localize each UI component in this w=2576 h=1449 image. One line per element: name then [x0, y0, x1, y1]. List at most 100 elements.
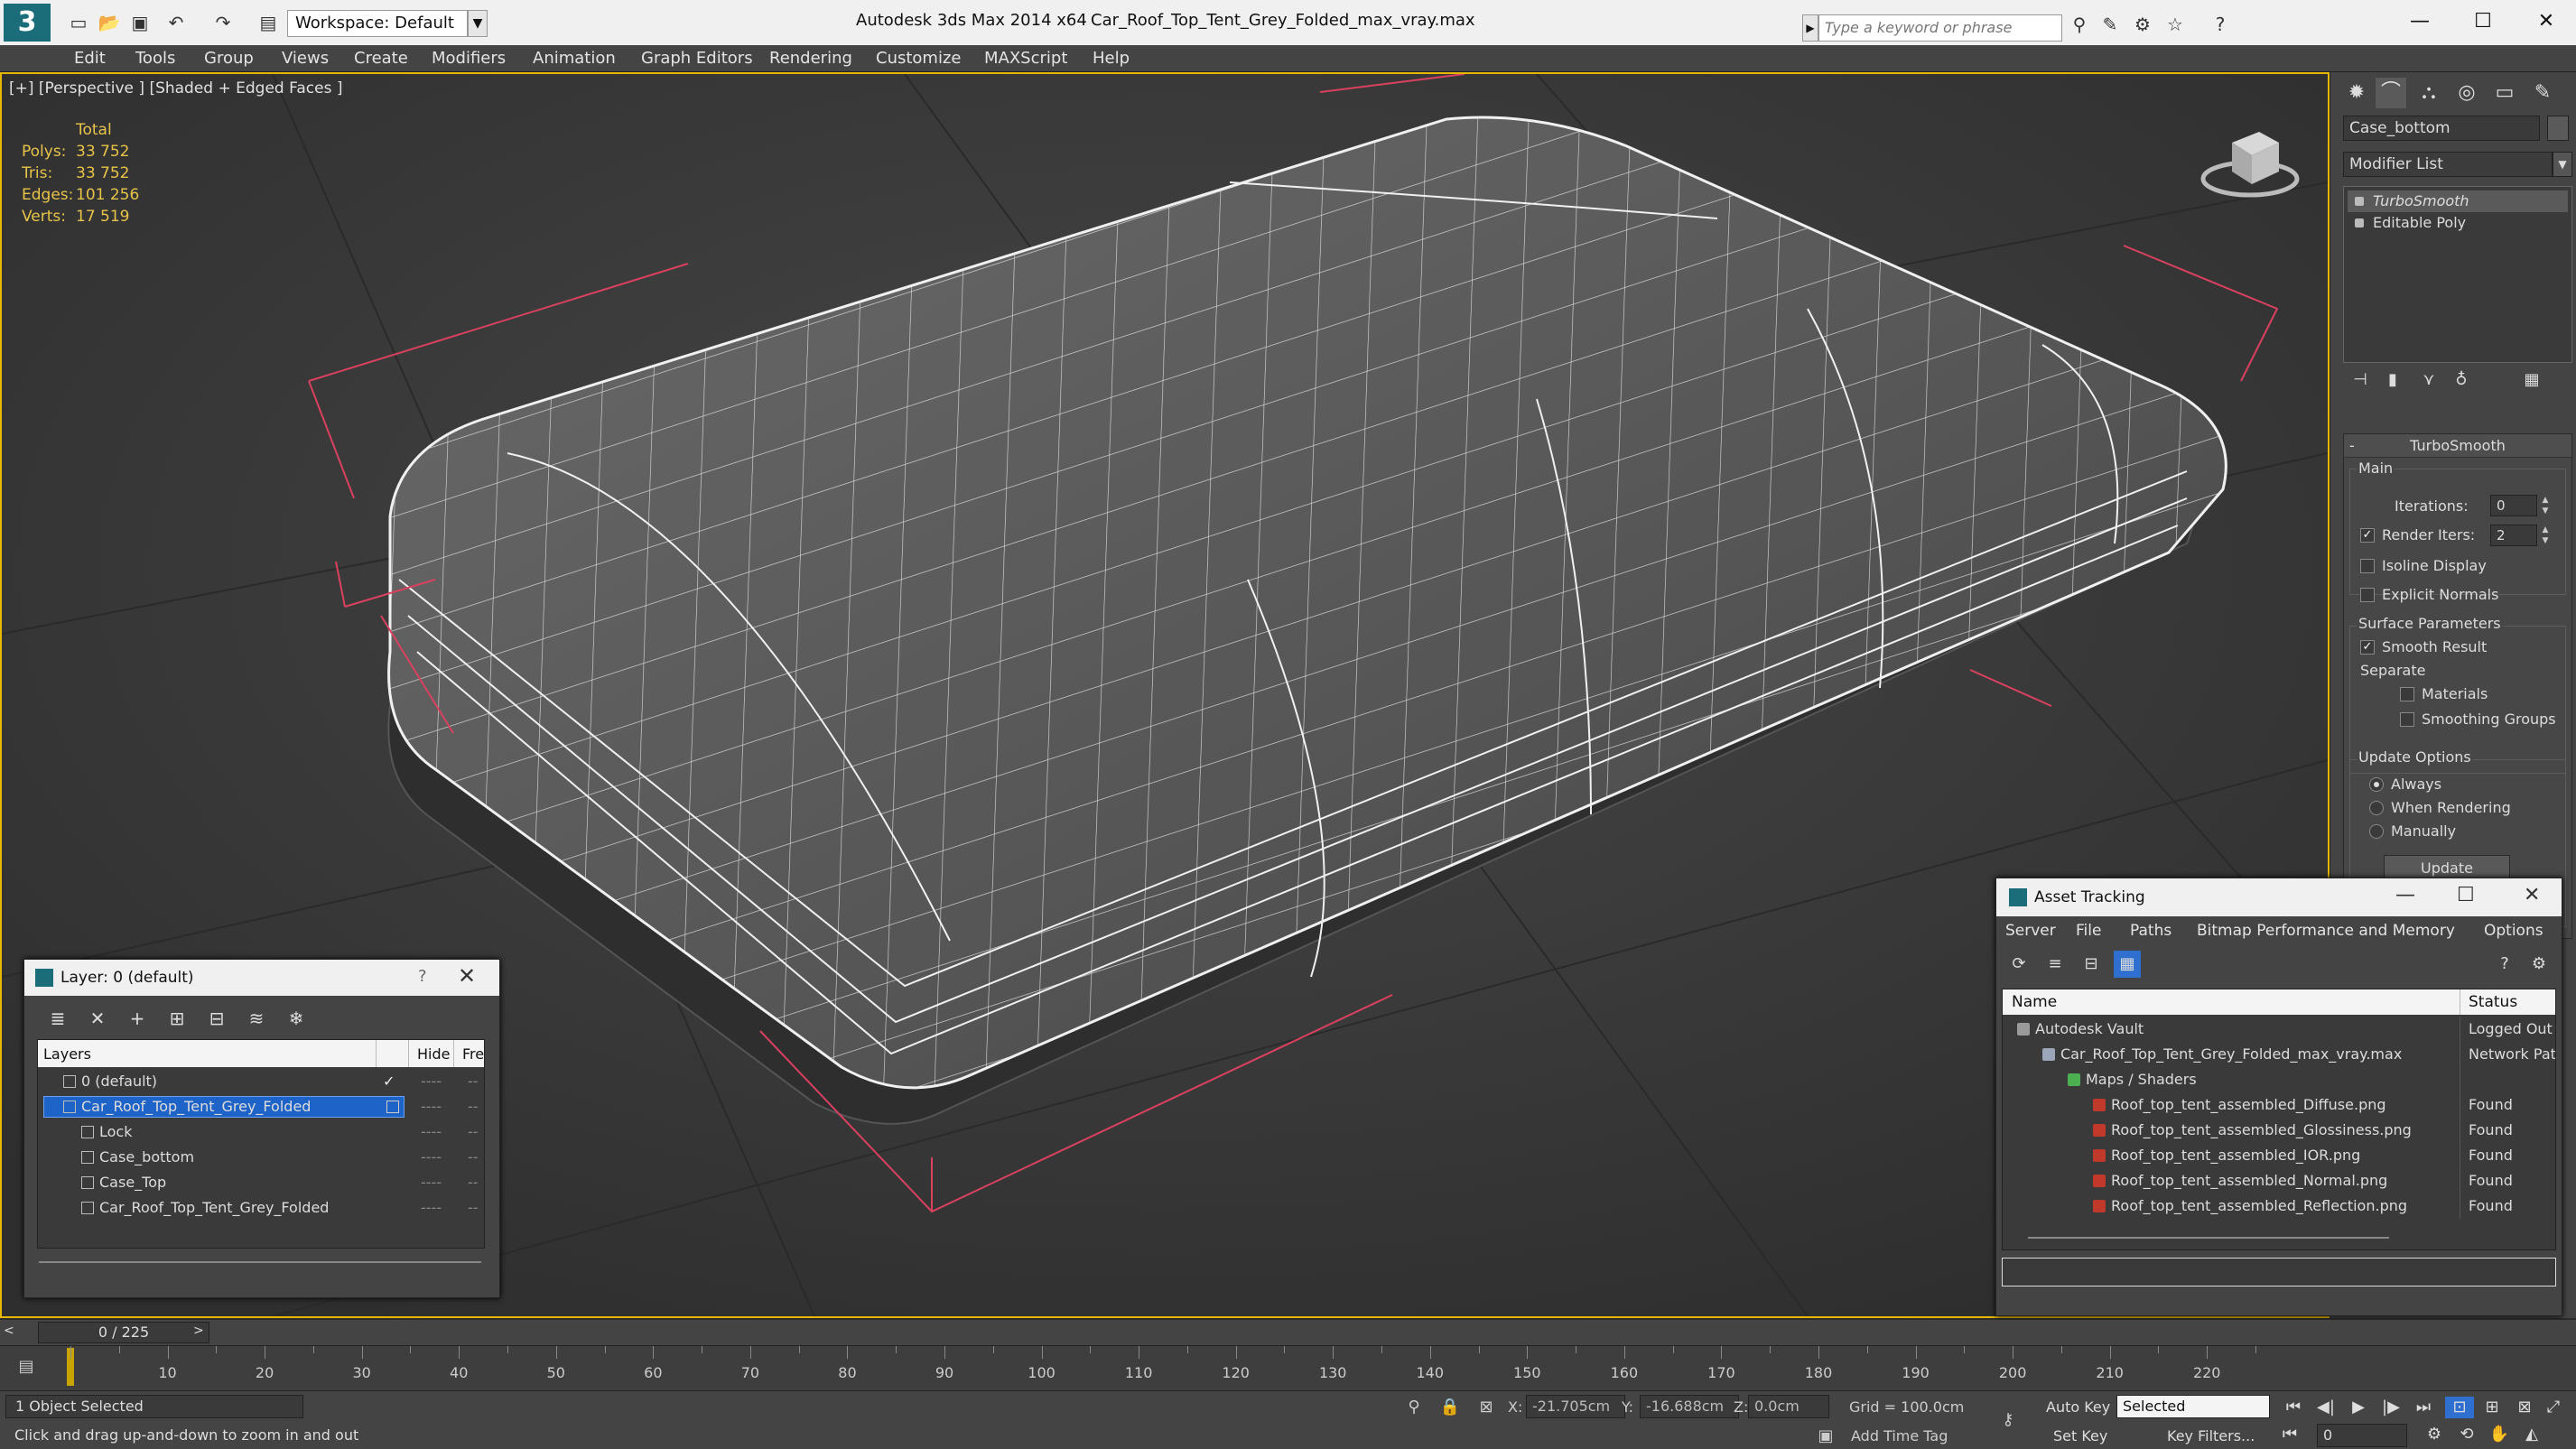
help-icon[interactable]: ? [2209, 13, 2232, 36]
freeze-toggle[interactable]: -- [468, 1145, 479, 1170]
time-slider-next[interactable]: > [193, 1324, 204, 1338]
subscription-icon[interactable]: ✎ [2098, 13, 2122, 36]
object-name-field[interactable]: Case_bottom [2343, 116, 2540, 141]
hide-toggle[interactable]: ---- [421, 1069, 442, 1094]
freeze-toggle[interactable]: -- [468, 1170, 479, 1195]
hide-toggle[interactable]: ---- [421, 1094, 442, 1119]
add-to-layer-icon[interactable]: + [122, 1005, 153, 1032]
select-layer-icon[interactable]: ⊟ [201, 1005, 232, 1032]
zoom-extents-icon[interactable]: ⊞ [2478, 1397, 2506, 1418]
tree-view-icon[interactable]: ⊟ [2078, 951, 2105, 978]
redo-icon[interactable]: ↷ [211, 11, 235, 34]
refresh-icon[interactable]: ⟳ [2005, 951, 2032, 978]
open-icon[interactable]: 📂 [98, 11, 121, 34]
layers-column[interactable]: Layers [43, 1045, 91, 1063]
go-to-start-icon[interactable]: ⏮ [2275, 1424, 2304, 1445]
explicit-normals-checkbox[interactable] [2360, 588, 2375, 602]
play-icon[interactable]: ▶ [2344, 1397, 2373, 1418]
menu-graph-editors[interactable]: Graph Editors [641, 49, 753, 68]
smoothing-groups-checkbox[interactable] [2400, 712, 2414, 727]
asset-row[interactable]: Roof_top_tent_assembled_IOR.png Found [2003, 1143, 2555, 1168]
hide-toggle[interactable]: ---- [421, 1145, 442, 1170]
minimize-button[interactable]: — [2402, 5, 2438, 38]
pin-stack-icon[interactable]: ⊣ [2348, 368, 2372, 392]
menu-create[interactable]: Create [354, 49, 408, 68]
minimize-icon[interactable]: — [2395, 884, 2415, 906]
asset-menu-options[interactable]: Options [2484, 922, 2543, 940]
set-keys-icon[interactable]: ⚷ [1997, 1409, 2019, 1431]
asset-row[interactable]: Roof_top_tent_assembled_Glossiness.png Fo… [2003, 1118, 2555, 1143]
active-check-icon[interactable]: ✓ [383, 1069, 395, 1094]
menu-animation[interactable]: Animation [533, 49, 616, 68]
time-tag-icon[interactable]: ▣ [1815, 1426, 1837, 1447]
name-column[interactable]: Name [2012, 993, 2057, 1011]
freeze-toggle[interactable]: -- [468, 1094, 479, 1119]
hierarchy-tab-icon[interactable]: ⛬ [2413, 78, 2444, 108]
close-icon[interactable]: ✕ [2524, 884, 2540, 906]
binoculars-icon[interactable]: ⚲ [2068, 13, 2091, 36]
layer-dialog-titlebar[interactable]: Layer: 0 (default) ? ✕ [24, 960, 499, 996]
menu-help[interactable]: Help [1093, 49, 1130, 68]
asset-row[interactable]: Maps / Shaders [2003, 1067, 2555, 1092]
create-tab-icon[interactable]: ✹ [2341, 78, 2372, 108]
isolate-icon[interactable]: ⚲ [1403, 1397, 1425, 1418]
hide-toggle[interactable]: ---- [421, 1170, 442, 1195]
utilities-tab-icon[interactable]: ✎ [2527, 78, 2558, 108]
add-time-tag[interactable]: Add Time Tag [1851, 1427, 1948, 1444]
when-rendering-radio[interactable] [2369, 801, 2384, 815]
configure-sets-icon[interactable]: ▦ [2520, 368, 2543, 392]
maximize-button[interactable]: ☐ [2465, 5, 2501, 38]
current-frame-field[interactable]: 0 [2317, 1424, 2407, 1447]
manually-radio[interactable] [2369, 824, 2384, 839]
show-end-result-icon[interactable]: ▮ [2381, 368, 2404, 392]
absolute-mode-icon[interactable]: ⊠ [1475, 1397, 1497, 1418]
freeze-column[interactable]: Fre [462, 1045, 484, 1063]
hide-toggle[interactable]: ---- [421, 1195, 442, 1221]
freeze-toggle[interactable]: -- [468, 1119, 479, 1145]
pan-icon[interactable]: ✋ [2485, 1424, 2514, 1445]
create-layer-icon[interactable]: ≣ [42, 1005, 73, 1032]
help-icon[interactable]: ? [2491, 951, 2518, 978]
help-button[interactable]: ? [418, 967, 427, 986]
asset-menu-file[interactable]: File [2076, 922, 2101, 940]
menu-views[interactable]: Views [282, 49, 329, 68]
layer-row[interactable]: 0 (default) ✓ ---- -- [38, 1069, 484, 1094]
spinner-arrows-icon[interactable]: ▲ ▼ [2539, 525, 2552, 546]
layer-row-selected[interactable]: Car_Roof_Top_Tent_Grey_Folded ---- -- [38, 1094, 484, 1119]
search-expand-icon[interactable]: ▶ [1802, 14, 1818, 42]
rollout-header[interactable]: - TurboSmooth [2344, 434, 2571, 458]
settings-icon[interactable]: ⚙ [2525, 951, 2553, 978]
search-input[interactable]: Type a keyword or phrase [1818, 14, 2062, 42]
horizontal-scrollbar[interactable] [2028, 1237, 2389, 1240]
z-coordinate-field[interactable]: 0.0cm [1748, 1395, 1829, 1418]
key-mode-toggle-icon[interactable]: ⊡ [2445, 1397, 2474, 1418]
asset-row[interactable]: Roof_top_tent_assembled_Diffuse.png Found [2003, 1092, 2555, 1118]
layer-object-row[interactable]: Car_Roof_Top_Tent_Grey_Folded ---- -- [38, 1195, 484, 1221]
table-view-icon[interactable]: ▦ [2114, 951, 2141, 978]
workspace-dropdown-arrow-icon[interactable]: ▼ [468, 10, 488, 37]
zoom-region-icon[interactable]: ⊠ [2510, 1397, 2539, 1418]
go-to-end-icon[interactable]: ⏭ [2409, 1397, 2438, 1418]
always-radio[interactable] [2369, 777, 2384, 792]
key-mode-dropdown[interactable]: Selected [2116, 1395, 2270, 1418]
freeze-all-icon[interactable]: ❄ [281, 1005, 312, 1032]
close-button[interactable]: ✕ [2528, 5, 2564, 38]
asset-row[interactable]: Roof_top_tent_assembled_Normal.png Found [2003, 1168, 2555, 1194]
app-logo-icon[interactable]: 3 [4, 4, 51, 42]
stack-item-turbosmooth[interactable]: TurboSmooth [2348, 190, 2568, 212]
render-iters-spinner[interactable]: 2 [2490, 525, 2537, 546]
delete-layer-icon[interactable]: ✕ [82, 1005, 113, 1032]
layer-object-row[interactable]: Case_bottom ---- -- [38, 1145, 484, 1170]
iterations-spinner[interactable]: 0 [2490, 495, 2537, 516]
lock-selection-icon[interactable]: 🔒 [1439, 1397, 1461, 1418]
layer-object-row[interactable]: Case_Top ---- -- [38, 1170, 484, 1195]
menu-maxscript[interactable]: MAXScript [984, 49, 1067, 68]
make-unique-icon[interactable]: ⋎ [2417, 368, 2441, 392]
maximize-icon[interactable]: ☐ [2457, 884, 2475, 906]
select-objects-icon[interactable]: ⊞ [162, 1005, 192, 1032]
hide-toggle[interactable]: ---- [421, 1119, 442, 1145]
curve-editor-icon[interactable]: ▤ [13, 1357, 40, 1379]
remove-modifier-icon[interactable]: ♁ [2450, 368, 2473, 392]
maximize-viewport-icon[interactable]: ⤢ [2539, 1397, 2568, 1418]
spinner-arrows-icon[interactable]: ▲ ▼ [2539, 495, 2552, 516]
